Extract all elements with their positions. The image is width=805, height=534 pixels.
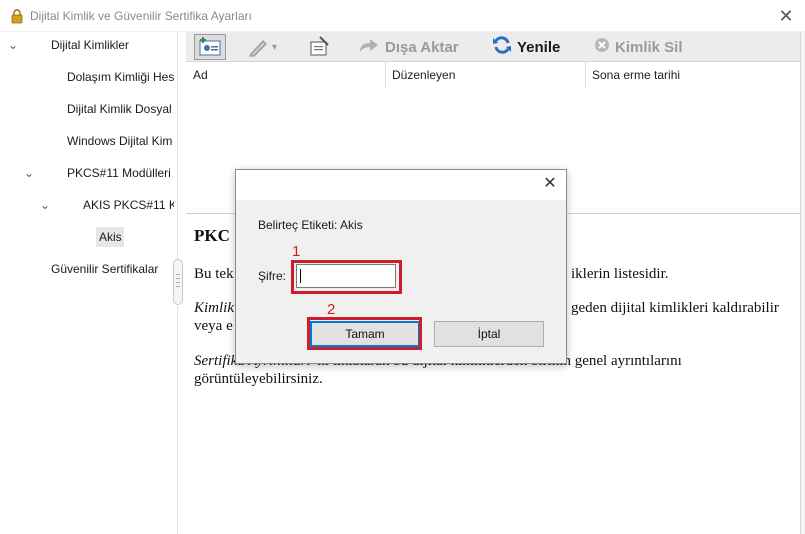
delete-id-button[interactable]: Kimlik Sil bbox=[594, 32, 704, 62]
sidebar-item-guvenilir-sertifikalar[interactable]: Güvenilir Sertifikalar bbox=[51, 259, 174, 279]
remove-circle-icon bbox=[594, 37, 610, 57]
pencil-icon bbox=[249, 40, 267, 57]
chevron-down-icon[interactable]: ⌄ bbox=[38, 195, 52, 215]
annotation-number: 1 bbox=[292, 243, 301, 260]
info-text: görüntüleyebilirsiniz. bbox=[194, 371, 323, 387]
sidebar-item-label: PKCS#11 Modülleri v bbox=[67, 166, 174, 180]
cancel-button[interactable]: İptal bbox=[434, 321, 544, 347]
export-label: Dışa Aktar bbox=[385, 38, 459, 56]
right-scrollbar[interactable] bbox=[800, 32, 805, 534]
info-text-start: veya e bbox=[194, 318, 233, 334]
window-close-button[interactable]: ✕ bbox=[776, 6, 796, 26]
column-divider bbox=[385, 62, 386, 88]
sidebar-item-label: Windows Dijital Kim bbox=[67, 134, 173, 148]
chevron-down-icon: ▾ bbox=[272, 41, 278, 53]
token-label: Belirteç Etiketi: Akis bbox=[258, 218, 363, 232]
refresh-label: Yenile bbox=[517, 38, 561, 56]
column-header-issuer[interactable]: Düzenleyen bbox=[392, 62, 455, 88]
toolbar: ▾ Dışa Aktar Yenile Kimlik Sil bbox=[186, 32, 801, 62]
annotation-box bbox=[307, 317, 422, 350]
sidebar-item-label: Akis bbox=[99, 230, 122, 244]
sidebar-item-label: Dolaşım Kimliği Hes bbox=[67, 70, 174, 84]
add-id-button[interactable] bbox=[194, 34, 226, 60]
sidebar-item-akis-pkcs11[interactable]: ⌄ AKIS PKCS#11 Ku bbox=[36, 195, 174, 215]
sidebar-item-label: Güvenilir Sertifikalar bbox=[51, 262, 159, 276]
edit-button[interactable]: ▾ bbox=[248, 32, 288, 62]
window-title: Dijital Kimlik ve Güvenilir Sertifika Ay… bbox=[30, 9, 252, 23]
certificate-details-button[interactable] bbox=[308, 32, 338, 62]
info-text-end: iklerin listesidir. bbox=[571, 266, 669, 282]
add-id-icon bbox=[199, 37, 221, 56]
sidebar-item-dijital-kimlik-dosyalari[interactable]: Dijital Kimlik Dosyal bbox=[67, 99, 174, 119]
sidebar-item-dolasim[interactable]: Dolaşım Kimliği Hes bbox=[67, 67, 174, 87]
sidebar-item-label: Dijital Kimlikler bbox=[51, 38, 130, 52]
sidebar-item-dijital-kimlikler[interactable]: ⌄ Dijital Kimlikler bbox=[4, 35, 176, 55]
export-button[interactable]: Dışa Aktar bbox=[358, 32, 468, 62]
refresh-icon bbox=[492, 35, 512, 59]
sidebar-item-pkcs11[interactable]: ⌄ PKCS#11 Modülleri v bbox=[20, 163, 174, 183]
sidebar-item-akis[interactable]: Akis bbox=[96, 227, 124, 247]
splitter-handle[interactable] bbox=[173, 259, 183, 305]
delete-label: Kimlik Sil bbox=[615, 38, 683, 56]
lock-icon bbox=[11, 9, 23, 24]
password-label: Şifre: bbox=[258, 269, 287, 283]
annotation-box bbox=[291, 260, 402, 294]
certificate-icon bbox=[310, 36, 329, 56]
sidebar-item-label: Dijital Kimlik Dosyal bbox=[67, 102, 172, 116]
info-link-text: Kimlik bbox=[194, 300, 234, 316]
chevron-down-icon[interactable]: ⌄ bbox=[22, 163, 36, 183]
refresh-button[interactable]: Yenile bbox=[492, 32, 570, 62]
column-header-name[interactable]: Ad bbox=[193, 62, 208, 88]
info-text-start: Bu tek bbox=[194, 266, 234, 282]
arrow-right-icon bbox=[358, 36, 380, 58]
sidebar-item-label: AKIS PKCS#11 Ku bbox=[83, 198, 174, 212]
dialog-close-button[interactable]: ✕ bbox=[541, 175, 559, 193]
info-heading: PKC bbox=[194, 226, 230, 245]
sidebar-tree: ⌄ Dijital Kimlikler Dolaşım Kimliği Hes … bbox=[0, 32, 178, 534]
annotation-number: 2 bbox=[327, 301, 336, 318]
sidebar-item-windows[interactable]: Windows Dijital Kim bbox=[67, 131, 174, 151]
info-text-end: geden dijital kimlikleri kaldırabilir bbox=[571, 300, 779, 316]
window-titlebar: Dijital Kimlik ve Güvenilir Sertifika Ay… bbox=[0, 0, 805, 32]
column-header-expiry[interactable]: Sona erme tarihi bbox=[592, 62, 680, 88]
dialog-titlebar: ✕ bbox=[236, 170, 566, 200]
column-divider bbox=[585, 62, 586, 88]
chevron-down-icon[interactable]: ⌄ bbox=[6, 35, 20, 55]
